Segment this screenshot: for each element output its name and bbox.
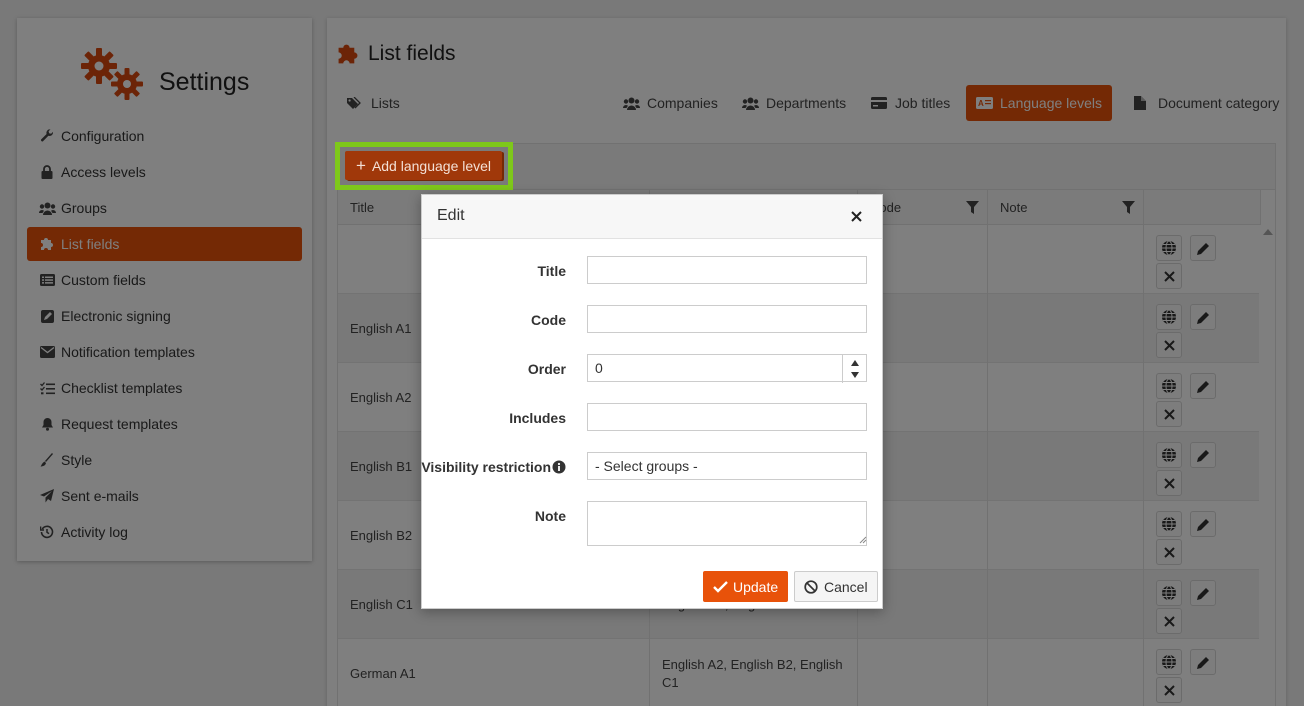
title-field[interactable] xyxy=(587,256,867,284)
update-label: Update xyxy=(733,578,779,595)
code-field[interactable] xyxy=(587,305,867,333)
close-button[interactable] xyxy=(848,208,864,224)
note-textarea[interactable] xyxy=(587,501,867,546)
code-label: Code xyxy=(531,312,566,328)
order-label: Order xyxy=(527,361,566,377)
title-label: Title xyxy=(537,263,566,279)
decrement-arrow-icon[interactable] xyxy=(851,372,859,378)
dialog-title: Edit xyxy=(437,207,465,224)
plus-icon: + xyxy=(356,156,366,175)
order-stepper[interactable]: 0 xyxy=(587,354,867,383)
resize-grip-icon[interactable] xyxy=(859,536,867,544)
note-label: Note xyxy=(534,508,566,524)
form-row-title: Title xyxy=(422,256,882,286)
cancel-label: Cancel xyxy=(824,578,868,595)
order-value: 0 xyxy=(595,360,603,376)
form-row-note: Note xyxy=(422,501,882,546)
order-spinner[interactable] xyxy=(842,355,866,383)
add-button-label: Add language level xyxy=(371,157,492,174)
includes-field[interactable] xyxy=(587,403,867,431)
check-icon xyxy=(713,580,728,594)
cancel-button[interactable]: Cancel xyxy=(794,571,878,602)
dialog-header: Edit xyxy=(422,195,882,239)
visibility-groups-select[interactable]: - Select groups - xyxy=(587,452,867,480)
increment-arrow-icon[interactable] xyxy=(851,360,859,366)
form-row-order: Order 0 xyxy=(422,354,882,384)
includes-label: Includes xyxy=(509,410,566,426)
edit-dialog: Edit Title Code Order 0 Includes Visibil… xyxy=(421,194,883,609)
ban-icon xyxy=(804,579,819,594)
info-icon[interactable] xyxy=(552,460,566,474)
form-row-visibility: Visibility restriction - Select groups - xyxy=(421,452,882,482)
update-button[interactable]: Update xyxy=(703,571,789,602)
close-icon xyxy=(850,210,862,222)
form-row-code: Code xyxy=(422,305,882,335)
form-row-includes: Includes xyxy=(422,403,882,433)
visibility-label-text: Visibility restriction xyxy=(421,459,551,475)
add-language-level-button[interactable]: + Add language level xyxy=(345,151,503,180)
visibility-restriction-label: Visibility restriction xyxy=(421,459,566,475)
